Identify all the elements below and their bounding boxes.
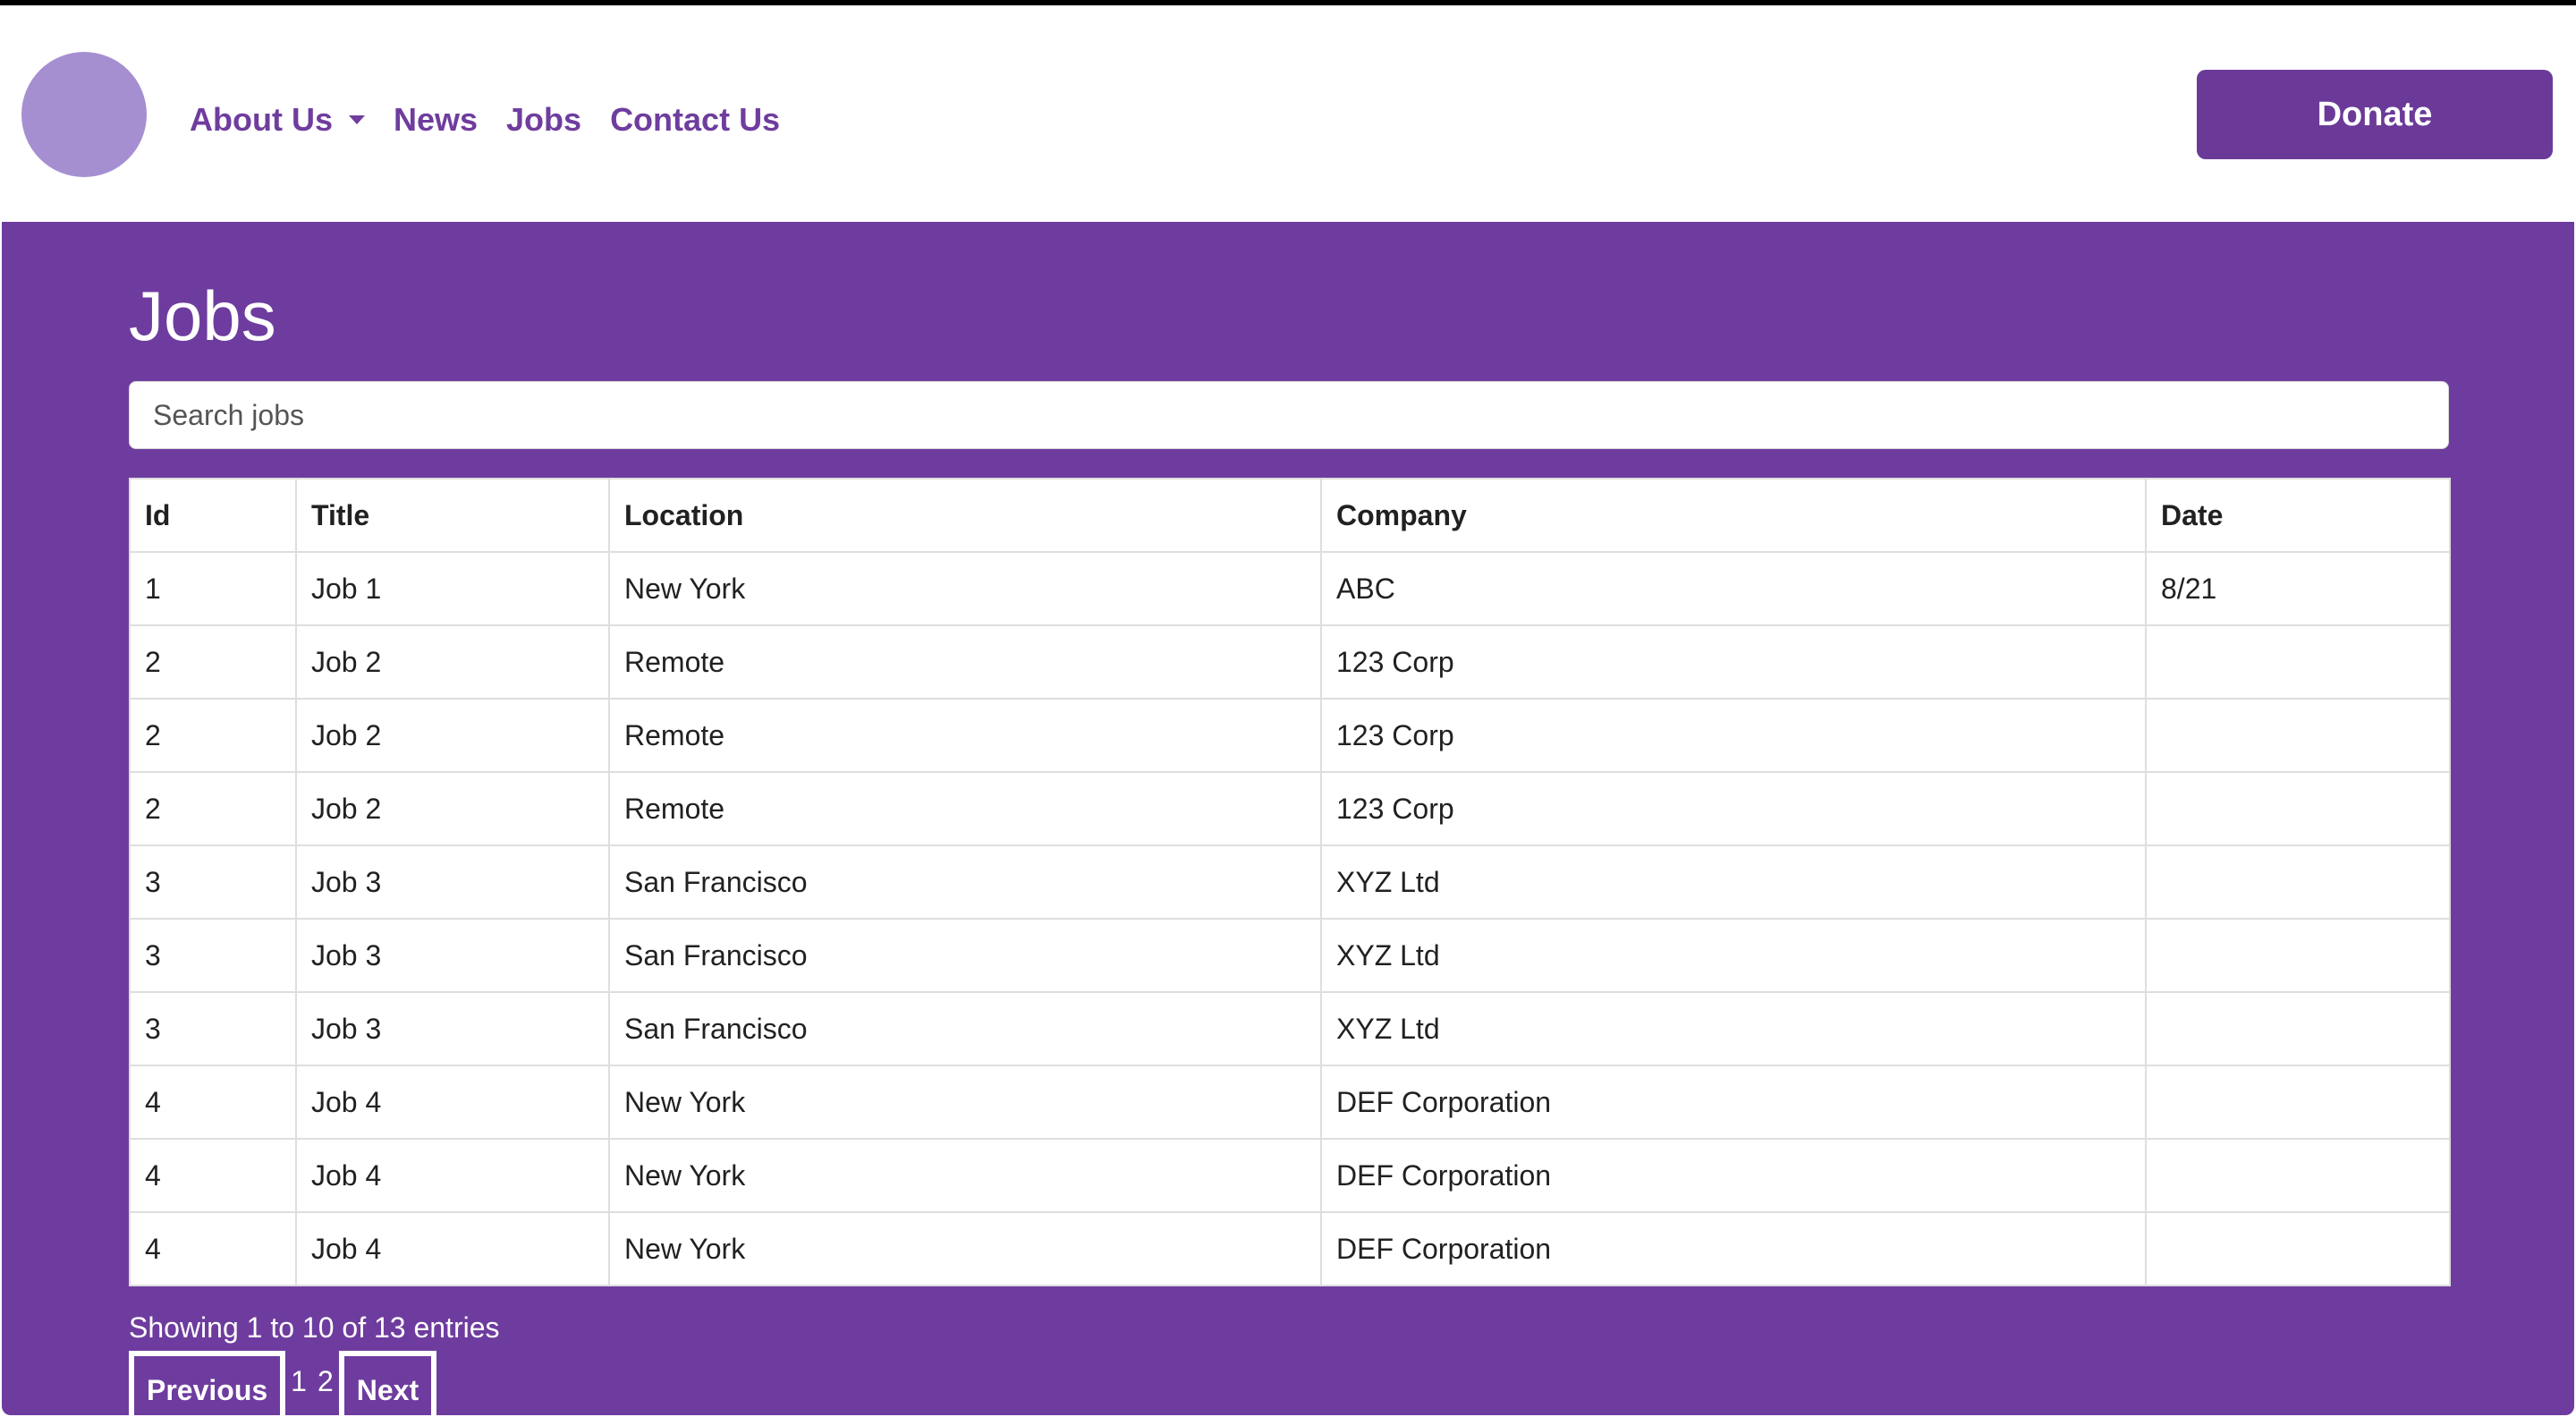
date-cell [2145, 1211, 2451, 1286]
table-row[interactable]: 1 Job 1 New York ABC 8/21 [129, 551, 2451, 626]
location-cell: New York [608, 1138, 1322, 1213]
title-cell: Job 3 [295, 918, 610, 993]
id-cell: 3 [129, 991, 297, 1066]
column-header-location[interactable]: Location [608, 478, 1322, 553]
logo[interactable] [21, 52, 147, 177]
table-header-row: Id Title Location Company Date [129, 478, 2451, 553]
entries-info: Showing 1 to 10 of 13 entries [129, 1311, 500, 1344]
id-cell: 4 [129, 1138, 297, 1213]
location-cell: Remote [608, 698, 1322, 773]
location-cell: San Francisco [608, 844, 1322, 920]
location-cell: San Francisco [608, 918, 1322, 993]
table-row[interactable]: 4 Job 4 New York DEF Corporation [129, 1211, 2451, 1286]
title-cell: Job 4 [295, 1211, 610, 1286]
location-cell: New York [608, 1211, 1322, 1286]
company-cell: DEF Corporation [1320, 1138, 2147, 1213]
date-cell [2145, 991, 2451, 1066]
table-row[interactable]: 4 Job 4 New York DEF Corporation [129, 1138, 2451, 1213]
table-row[interactable]: 3 Job 3 San Francisco XYZ Ltd [129, 918, 2451, 993]
table-footer: Showing 1 to 10 of 13 entries Previous 1… [129, 1311, 500, 1415]
id-cell: 3 [129, 918, 297, 993]
title-cell: Job 3 [295, 991, 610, 1066]
date-cell [2145, 1138, 2451, 1213]
column-header-id[interactable]: Id [129, 478, 297, 553]
company-cell: XYZ Ltd [1320, 991, 2147, 1066]
table-row[interactable]: 3 Job 3 San Francisco XYZ Ltd [129, 991, 2451, 1066]
main-content: Jobs IdTitleLocationCompanyDate 1Job 1Ne… [2, 222, 2574, 1415]
column-header-date[interactable]: Date [2145, 478, 2451, 553]
date-cell [2145, 771, 2451, 846]
main-nav: About Us News Jobs Contact Us [190, 95, 809, 145]
table-row[interactable]: 2 Job 2 Remote 123 Corp [129, 698, 2451, 773]
page-link-1[interactable]: 1 [285, 1351, 312, 1398]
id-cell: 3 [129, 844, 297, 920]
table-row[interactable]: 2 Job 2 Remote 123 Corp [129, 624, 2451, 700]
location-cell: Remote [608, 771, 1322, 846]
company-cell: DEF Corporation [1320, 1065, 2147, 1140]
title-cell: Job 3 [295, 844, 610, 920]
column-header-title[interactable]: Title [295, 478, 610, 553]
company-cell: 123 Corp [1320, 624, 2147, 700]
table-row[interactable]: 4 Job 4 New York DEF Corporation [129, 1065, 2451, 1140]
id-cell: 4 [129, 1211, 297, 1286]
donate-button[interactable]: Donate [2197, 70, 2553, 159]
location-cell: New York [608, 551, 1322, 626]
table-row[interactable]: 3 Job 3 San Francisco XYZ Ltd [129, 844, 2451, 920]
jobs-table: Id Title Location Company Date 1 Job 1 New Yor… [129, 478, 2451, 1286]
table-body: 1 Job 1 New York ABC 8/21 2 Job 2 Remote 123 Cor… [129, 551, 2451, 1286]
nav-contact-us[interactable]: Contact Us [610, 101, 780, 139]
previous-button[interactable]: Previous [129, 1351, 286, 1415]
title-cell: Job 2 [295, 771, 610, 846]
nav-about-us-label: About Us [190, 101, 333, 138]
next-button[interactable]: Next [338, 1351, 437, 1415]
location-cell: San Francisco [608, 991, 1322, 1066]
nav-news[interactable]: News [394, 101, 478, 139]
company-cell: XYZ Ltd [1320, 844, 2147, 920]
location-cell: Remote [608, 624, 1322, 700]
id-cell: 2 [129, 624, 297, 700]
date-cell [2145, 844, 2451, 920]
date-cell [2145, 698, 2451, 773]
company-cell: DEF Corporation [1320, 1211, 2147, 1286]
date-cell [2145, 1065, 2451, 1140]
navbar: About Us News Jobs Contact Us Donate [0, 5, 2576, 222]
id-cell: 1 [129, 551, 297, 626]
date-cell [2145, 624, 2451, 700]
company-cell: ABC [1320, 551, 2147, 626]
nav-jobs[interactable]: Jobs [506, 101, 581, 139]
title-cell: Job 4 [295, 1138, 610, 1213]
date-cell [2145, 918, 2451, 993]
location-cell: New York [608, 1065, 1322, 1140]
title-cell: Job 1 [295, 551, 610, 626]
date-cell: 8/21 [2145, 551, 2451, 626]
company-cell: XYZ Ltd [1320, 918, 2147, 993]
search-input[interactable] [129, 381, 2449, 449]
id-cell: 2 [129, 698, 297, 773]
page-link-2[interactable]: 2 [312, 1351, 339, 1398]
title-cell: Job 4 [295, 1065, 610, 1140]
nav-about-us-dropdown[interactable]: About Us [190, 101, 365, 139]
caret-down-icon [348, 115, 365, 124]
title-cell: Job 2 [295, 698, 610, 773]
company-cell: 123 Corp [1320, 771, 2147, 846]
id-cell: 2 [129, 771, 297, 846]
company-cell: 123 Corp [1320, 698, 2147, 773]
pagination: Previous 1 2 Next [129, 1351, 437, 1415]
page-title: Jobs [129, 276, 276, 355]
id-cell: 4 [129, 1065, 297, 1140]
title-cell: Job 2 [295, 624, 610, 700]
table-row[interactable]: 2 Job 2 Remote 123 Corp [129, 771, 2451, 846]
column-header-company[interactable]: Company [1320, 478, 2147, 553]
